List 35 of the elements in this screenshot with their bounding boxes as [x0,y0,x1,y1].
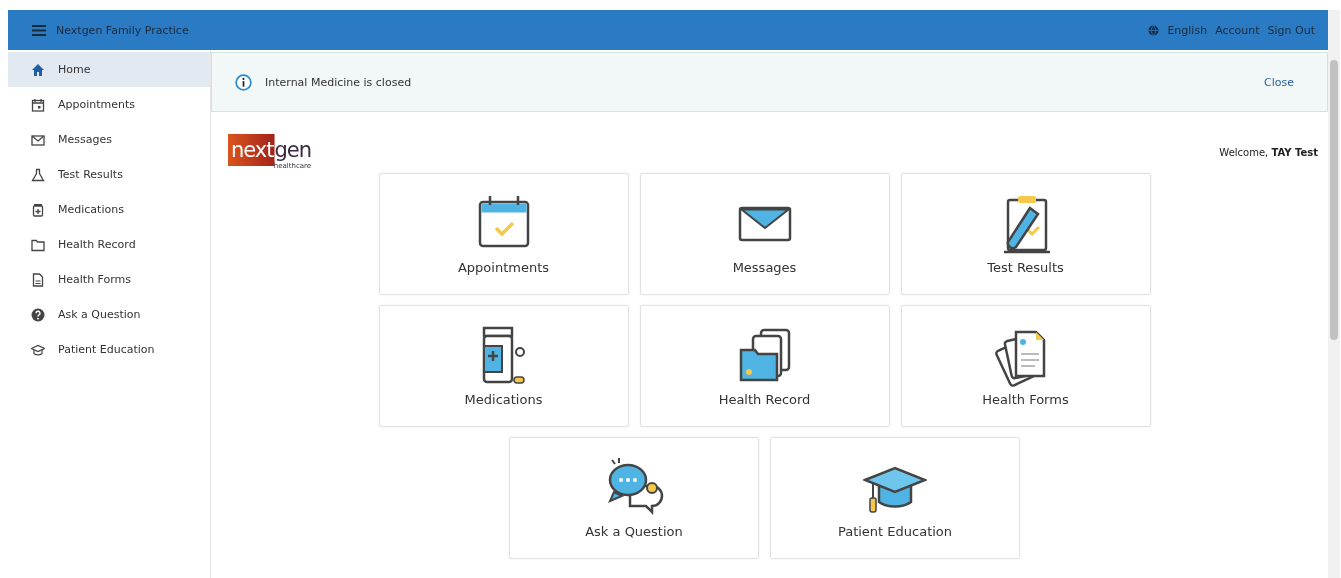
sidebar-item[interactable]: Home [8,52,210,87]
feature-tile[interactable]: Medications [378,305,629,427]
feature-tile[interactable]: Messages [639,173,890,295]
welcome-text: Welcome, TAY Test [1219,146,1318,158]
info-icon [235,73,252,91]
feature-tile[interactable]: Health Record [639,305,890,427]
practice-title: Nextgen Family Practice [56,23,189,37]
envelope-icon [31,132,45,147]
folder-icon [31,237,45,252]
feature-tile[interactable]: Patient Education [770,437,1020,559]
globe-icon [1148,24,1160,36]
scroll-thumb[interactable] [1330,60,1338,340]
document-icon [31,272,45,287]
alert-message: Internal Medicine is closed [265,75,413,89]
menu-icon[interactable] [32,24,46,36]
calendar-icon [31,97,45,112]
sidebar-item[interactable]: Messages [8,122,210,157]
feature-tile[interactable]: Appointments [378,173,629,295]
pill-bottle-icon [31,202,45,217]
scrollbar[interactable] [1328,10,1340,578]
sidebar-item[interactable]: Ask a Question [8,297,210,332]
feature-tile[interactable]: Test Results [900,173,1151,295]
feature-tile[interactable]: Health Forms [900,305,1151,427]
sidebar-item[interactable]: Health Record [8,227,210,262]
question-icon [31,307,45,322]
home-icon [31,62,45,77]
sidebar-item[interactable]: Health Forms [8,262,210,297]
sidebar-item[interactable]: Test Results [8,157,210,192]
sidebar-item[interactable]: Patient Education [8,332,210,367]
graduation-cap-icon [31,342,45,357]
sidebar-item[interactable]: Medications [8,192,210,227]
close-link[interactable]: Close [1264,75,1294,89]
feature-tile[interactable]: Ask a Question [509,437,759,559]
sidebar-item[interactable]: Appointments [8,87,210,122]
flask-icon [31,167,45,182]
